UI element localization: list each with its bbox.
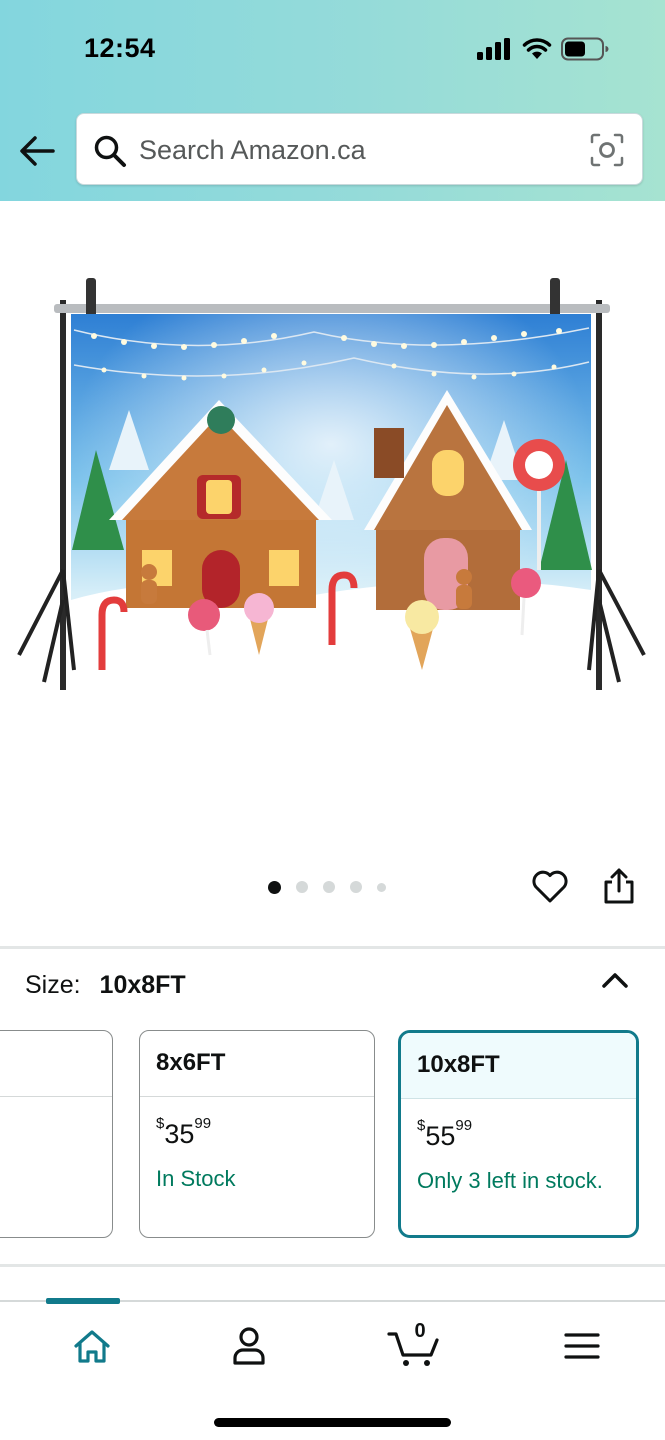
battery-icon (561, 37, 609, 61)
heart-icon[interactable] (531, 868, 569, 904)
search-icon[interactable] (93, 134, 127, 168)
stock-status: In Stock (156, 1166, 236, 1191)
size-option-price: $5599 (417, 1117, 616, 1152)
account-icon[interactable] (220, 1324, 280, 1368)
size-label: Size: (25, 971, 81, 999)
price-whole: 55 (425, 1121, 456, 1151)
search-input[interactable] (139, 128, 569, 172)
cart-count: 0 (414, 1320, 426, 1342)
app-header: 12:54 (0, 0, 665, 201)
price-currency-symbol: $ (156, 1115, 165, 1132)
size-option-title: 10x8FT (401, 1033, 636, 1099)
menu-icon[interactable] (552, 1324, 612, 1368)
share-icon[interactable] (602, 867, 636, 905)
signal-icon (477, 38, 510, 60)
stock-status: Only 3 left in stock. (417, 1168, 603, 1193)
active-tab-indicator (46, 1298, 120, 1304)
carousel-dot[interactable] (377, 882, 386, 892)
back-arrow-icon[interactable] (18, 134, 56, 168)
status-bar: 12:54 (0, 0, 665, 100)
carousel-dot[interactable] (296, 881, 308, 893)
price-cents: 99 (455, 1117, 473, 1134)
price-currency-symbol: $ (417, 1117, 426, 1134)
price-whole: 35 (164, 1119, 195, 1149)
section-divider (0, 946, 665, 949)
carousel-dot[interactable] (323, 881, 335, 893)
size-option-card[interactable]: 8x6FT $3599 In Stock (139, 1030, 375, 1238)
chevron-up-icon[interactable] (600, 968, 630, 992)
home-indicator-bar[interactable] (214, 1418, 451, 1427)
carousel-dot[interactable] (268, 880, 281, 894)
price-cents: 99 (194, 1115, 212, 1132)
section-divider (0, 1264, 665, 1267)
status-time: 12:54 (84, 33, 156, 63)
size-option-price: $3599 (156, 1115, 374, 1150)
size-option-card-selected[interactable]: 10x8FT $5599 Only 3 left in stock. (398, 1030, 639, 1238)
home-icon[interactable] (62, 1324, 122, 1368)
image-carousel-dots[interactable] (268, 879, 401, 895)
search-bar[interactable] (76, 113, 643, 185)
size-option-title: 8x6FT (140, 1031, 374, 1097)
selected-size-value: 10x8FT (99, 971, 186, 999)
size-selector-header: Size: 10x8FT (25, 971, 186, 1000)
gingerbread-houses-backdrop-image[interactable] (14, 270, 650, 700)
wifi-icon (522, 38, 552, 59)
size-option-title (0, 1031, 112, 1097)
camera-lens-icon[interactable] (589, 132, 625, 168)
carousel-dot[interactable] (350, 881, 362, 893)
size-option-card[interactable] (0, 1030, 113, 1238)
bottom-navigation: 0 (0, 1298, 665, 1440)
